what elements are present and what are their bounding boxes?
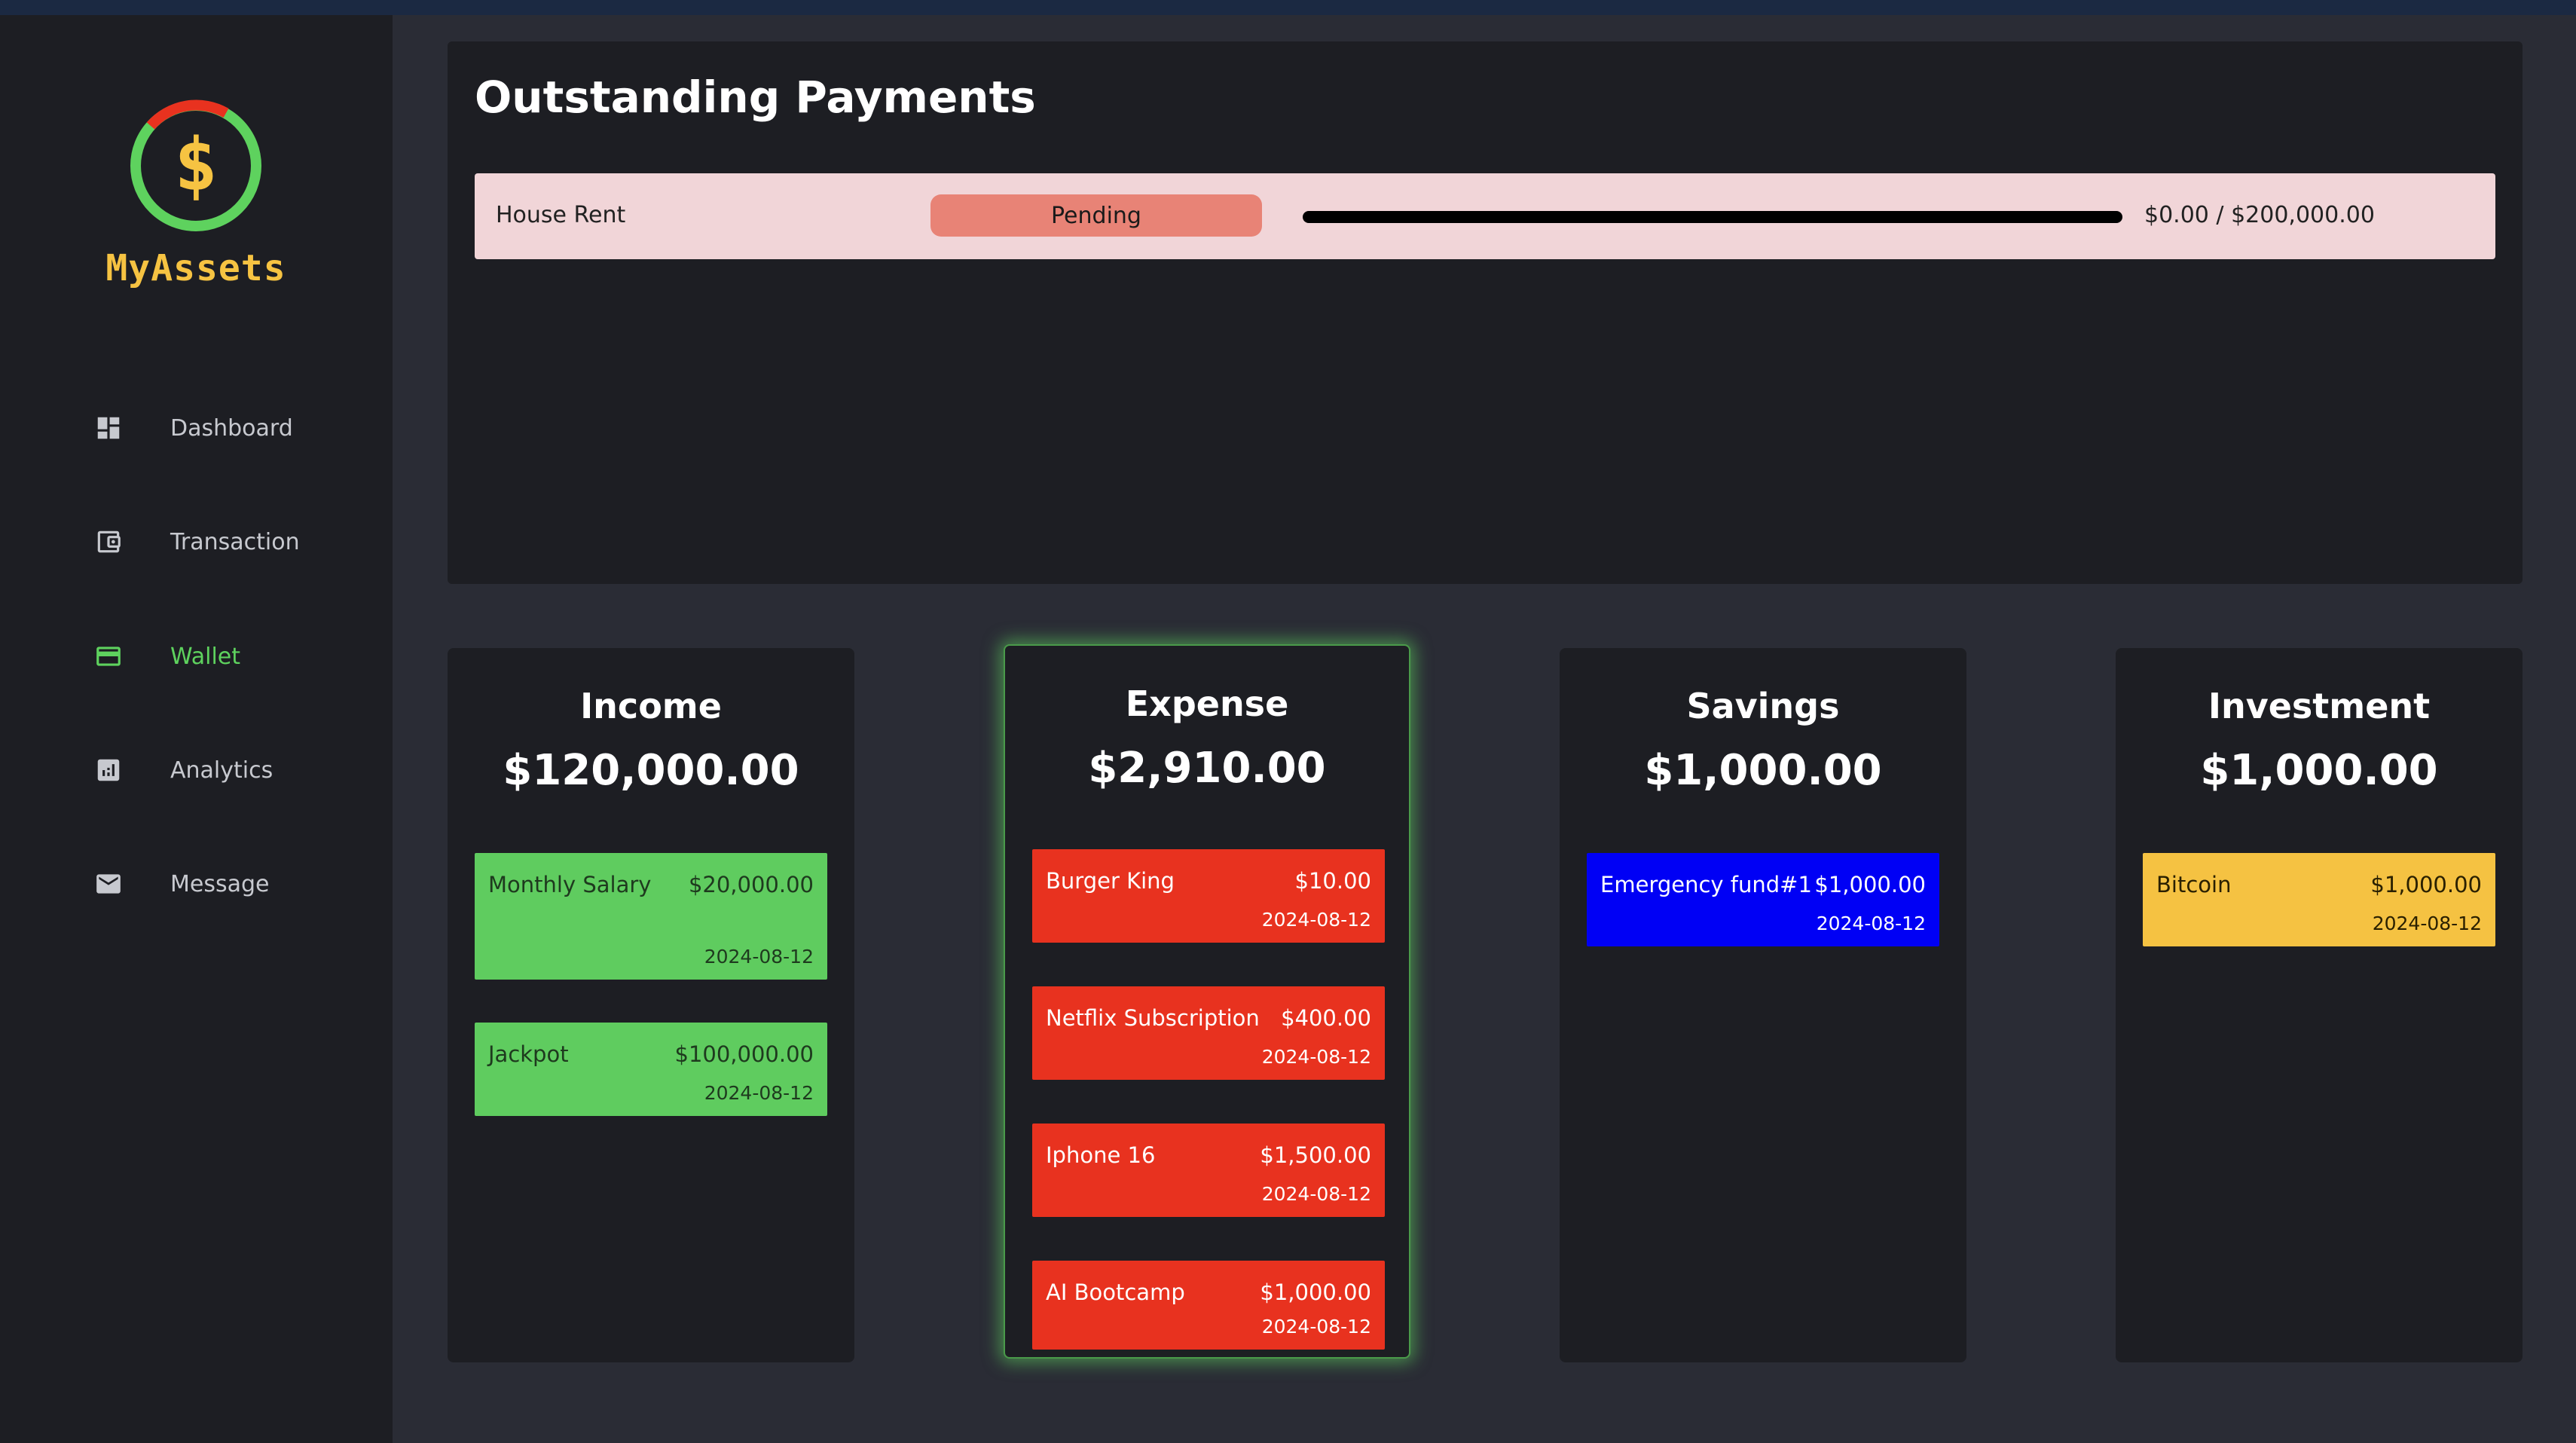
card-date: 2024-08-12 — [704, 946, 814, 968]
card-date: 2024-08-12 — [2372, 913, 2482, 934]
income-column: Income $120,000.00 Monthly Salary $20,00… — [448, 648, 854, 1362]
status-badge: Pending — [930, 194, 1262, 237]
column-total: $1,000.00 — [1644, 746, 1882, 795]
card-name: Iphone 16 — [1046, 1142, 1156, 1168]
column-title: Investment — [2208, 686, 2431, 726]
credit-card-icon — [93, 641, 124, 671]
sidebar-item-message[interactable]: Message — [93, 861, 365, 906]
card-name: Monthly Salary — [488, 872, 652, 897]
card-name: Jackpot — [488, 1041, 569, 1067]
investment-column: Investment $1,000.00 Bitcoin $1,000.00 2… — [2116, 648, 2523, 1362]
payment-name: House Rent — [496, 202, 626, 228]
expense-card[interactable]: Iphone 16 $1,500.00 2024-08-12 — [1032, 1124, 1385, 1217]
column-title: Income — [580, 686, 722, 726]
column-total: $120,000.00 — [503, 746, 799, 795]
payment-amount: $0.00 / $200,000.00 — [2144, 202, 2375, 228]
expense-card[interactable]: Netflix Subscription $400.00 2024-08-12 — [1032, 986, 1385, 1080]
dashboard-icon — [93, 413, 124, 443]
envelope-icon — [93, 869, 124, 899]
card-amount: $1,000.00 — [2370, 872, 2482, 897]
card-amount: $100,000.00 — [674, 1041, 814, 1067]
card-amount: $10.00 — [1294, 868, 1371, 894]
payment-row[interactable]: House Rent Pending $0.00 / $200,000.00 — [475, 173, 2495, 259]
savings-card[interactable]: Emergency fund#1 $1,000.00 2024-08-12 — [1587, 853, 1939, 946]
bar-chart-icon — [93, 755, 124, 785]
column-title: Expense — [1125, 683, 1289, 724]
sidebar: $ MyAssets Dashboard Transaction Wallet … — [0, 15, 393, 1443]
sidebar-item-dashboard[interactable]: Dashboard — [93, 405, 365, 451]
sidebar-item-label: Dashboard — [170, 414, 293, 442]
card-amount: $1,000.00 — [1260, 1279, 1371, 1305]
card-date: 2024-08-12 — [1261, 1316, 1371, 1338]
sidebar-item-transaction[interactable]: Transaction — [93, 519, 365, 564]
payment-progress-bar — [1303, 211, 2122, 223]
expense-card[interactable]: Burger King $10.00 2024-08-12 — [1032, 849, 1385, 943]
investment-card[interactable]: Bitcoin $1,000.00 2024-08-12 — [2143, 853, 2495, 946]
expense-column[interactable]: Expense $2,910.00 Burger King $10.00 202… — [1004, 644, 1410, 1359]
svg-text:$: $ — [174, 123, 218, 207]
card-amount: $400.00 — [1281, 1005, 1371, 1031]
sidebar-item-label: Message — [170, 870, 270, 897]
outstanding-payments-panel: Outstanding Payments House Rent Pending … — [448, 41, 2523, 584]
column-total: $1,000.00 — [2200, 746, 2438, 795]
sidebar-item-label: Analytics — [170, 757, 273, 784]
column-title: Savings — [1686, 686, 1840, 726]
card-date: 2024-08-12 — [1261, 1046, 1371, 1068]
sidebar-item-label: Wallet — [170, 643, 241, 670]
sidebar-item-label: Transaction — [170, 528, 300, 555]
card-date: 2024-08-12 — [704, 1082, 814, 1104]
app-name: MyAssets — [105, 247, 286, 289]
window-top-bar — [0, 0, 2576, 15]
card-date: 2024-08-12 — [1261, 1183, 1371, 1205]
expense-card[interactable]: AI Bootcamp $1,000.00 2024-08-12 — [1032, 1261, 1385, 1350]
card-amount: $1,500.00 — [1260, 1142, 1371, 1168]
card-name: Netflix Subscription — [1046, 1005, 1260, 1031]
sidebar-item-analytics[interactable]: Analytics — [93, 747, 365, 793]
card-date: 2024-08-12 — [1261, 909, 1371, 931]
outstanding-payments-title: Outstanding Payments — [475, 72, 1036, 123]
card-date: 2024-08-12 — [1816, 913, 1926, 934]
card-name: AI Bootcamp — [1046, 1279, 1185, 1305]
wallet-card-icon — [93, 527, 124, 557]
column-total: $2,910.00 — [1088, 744, 1326, 793]
app-logo[interactable]: $ MyAssets — [90, 98, 301, 309]
income-card[interactable]: Jackpot $100,000.00 2024-08-12 — [475, 1023, 827, 1116]
card-name: Emergency fund#1 — [1600, 872, 1812, 897]
savings-column: Savings $1,000.00 Emergency fund#1 $1,00… — [1560, 648, 1966, 1362]
dollar-ring-logo-icon: $ — [130, 99, 261, 231]
card-name: Burger King — [1046, 868, 1175, 894]
income-card[interactable]: Monthly Salary $20,000.00 2024-08-12 — [475, 853, 827, 980]
card-amount: $1,000.00 — [1814, 872, 1926, 897]
sidebar-item-wallet[interactable]: Wallet — [93, 634, 365, 679]
card-name: Bitcoin — [2156, 872, 2232, 897]
card-amount: $20,000.00 — [688, 872, 814, 897]
